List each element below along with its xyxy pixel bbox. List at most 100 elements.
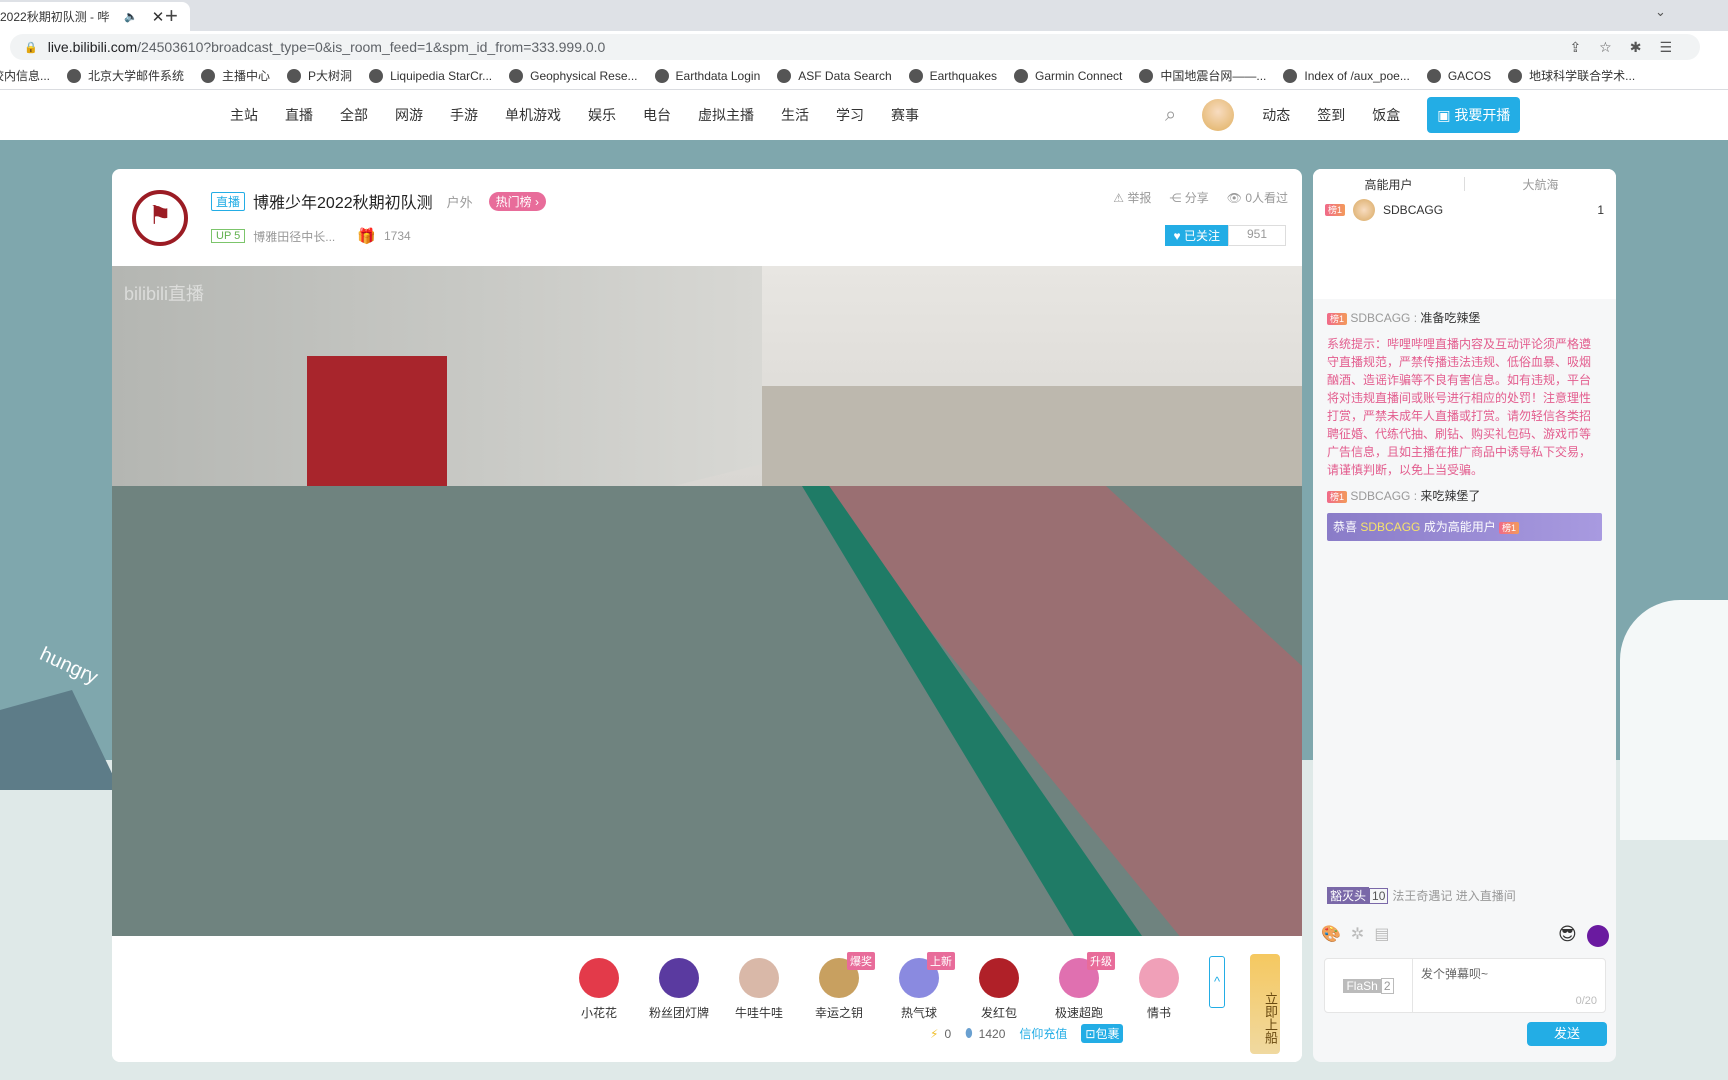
streamer-logo[interactable]: ⚑ — [132, 190, 188, 246]
nav-item[interactable]: 直播 — [285, 105, 313, 125]
nav-right-item[interactable]: 饭盒 — [1372, 105, 1400, 125]
video-player[interactable]: bilibili直播 — [112, 266, 1302, 936]
gift-item[interactable]: 上新 热气球 — [879, 952, 959, 1021]
gift-item[interactable]: 情书 — [1119, 958, 1199, 1021]
gift-item[interactable]: 发红包 — [959, 958, 1039, 1021]
hot-rank-button[interactable]: 热门榜 › — [488, 191, 546, 211]
search-icon[interactable]: ⌕ — [1165, 104, 1176, 127]
avatar — [1353, 199, 1376, 221]
browser-tab[interactable]: 2022秋期初队测 - 哔 🔈 ✕ — [0, 2, 190, 31]
bookmark-item[interactable]: 主播中心 — [201, 67, 270, 84]
speaker-icon[interactable]: 🔈 — [124, 10, 138, 23]
tab-high-energy[interactable]: 高能用户 — [1313, 176, 1464, 193]
bookmark-item[interactable]: 校内信息... — [0, 67, 50, 84]
emoji-icon[interactable]: 😎 — [1558, 924, 1577, 945]
recharge-link[interactable]: 信仰充值 — [1019, 1025, 1067, 1042]
chevron-down-icon[interactable]: ⌄ — [1655, 4, 1666, 20]
report-button[interactable]: ⚠ 举报 — [1113, 189, 1151, 206]
nav-item[interactable]: 生活 — [781, 105, 809, 125]
bookmark-label: 中国地震台网——... — [1160, 69, 1267, 83]
silver-icon: ⬮ — [965, 1026, 973, 1040]
tab-guard[interactable]: 大航海 — [1465, 176, 1616, 193]
bookmark-icon — [1283, 68, 1298, 83]
chat-sep: : — [1410, 489, 1421, 503]
medal-selector[interactable]: FlaSh 2 — [1325, 959, 1413, 1012]
igloo — [1620, 600, 1728, 840]
gift-item[interactable]: 升级 极速超跑 — [1039, 952, 1119, 1021]
gift-item[interactable]: 小花花 — [559, 958, 639, 1021]
bookmark-label: Earthdata Login — [675, 68, 761, 83]
nav-item[interactable]: 娱乐 — [588, 105, 616, 125]
nav-item[interactable]: 电台 — [643, 105, 671, 125]
nav-item[interactable]: 虚拟主播 — [698, 105, 754, 125]
gift-image — [579, 958, 619, 998]
nav-item[interactable]: 网游 — [395, 105, 423, 125]
bookmark-icon — [369, 68, 384, 83]
bookmark-item[interactable]: P大树洞 — [287, 67, 352, 84]
danmaku-input[interactable]: 发个弹幕呗~ 0/20 — [1413, 959, 1605, 1012]
nav-right-item[interactable]: 动态 — [1262, 105, 1290, 125]
nav-item[interactable]: 手游 — [450, 105, 478, 125]
bookmark-item[interactable]: Geophysical Rese... — [509, 67, 638, 84]
bookmark-item[interactable]: Garmin Connect — [1014, 67, 1122, 84]
report-label: 举报 — [1127, 191, 1152, 205]
bookmark-item[interactable]: 地球科学联合学术... — [1508, 67, 1635, 84]
gift-count: 1734 — [383, 229, 411, 243]
chat-user[interactable]: SDBCAGG — [1350, 311, 1410, 325]
bookmark-item[interactable]: Earthdata Login — [654, 67, 761, 84]
nav-item[interactable]: 单机游戏 — [505, 105, 561, 125]
chat-text: 准备吃辣堡 — [1420, 311, 1481, 325]
rank-row[interactable]: 榜1 SDBCAGG 1 — [1313, 199, 1616, 221]
bookmark-item[interactable]: 中国地震台网——... — [1139, 67, 1266, 84]
bookmark-label: P大树洞 — [308, 69, 353, 83]
gift-item[interactable]: 粉丝团灯牌 — [639, 958, 719, 1021]
bookmark-item[interactable]: Index of /aux_poe... — [1283, 67, 1410, 84]
streamer-name[interactable]: 博雅田径中长... — [253, 228, 335, 245]
new-tab-button[interactable]: + — [165, 3, 178, 29]
room-title: 博雅少年2022秋期初队测 — [253, 195, 433, 212]
share-star-ext-icons[interactable]: ⇪☆✱☰ — [1569, 39, 1690, 56]
danmaku-input-box: FlaSh 2 发个弹幕呗~ 0/20 — [1324, 958, 1606, 1013]
bookmark-icon — [287, 68, 302, 83]
bookmark-item[interactable]: ASF Data Search — [777, 67, 892, 84]
chat-message: 榜1 SDBCAGG : 来吃辣堡了 — [1327, 487, 1602, 505]
silver-count: 1420 — [978, 1026, 1006, 1041]
share-button[interactable]: ⋲ 分享 — [1169, 189, 1208, 206]
expand-gifts-button[interactable]: ^ — [1209, 956, 1225, 1008]
bookmark-item[interactable]: 北京大学邮件系统 — [67, 67, 184, 84]
nav-item[interactable]: 学习 — [836, 105, 864, 125]
chat-user[interactable]: SDBCAGG — [1350, 489, 1410, 503]
bookmark-icon — [1426, 68, 1441, 83]
bookmark-item[interactable]: GACOS — [1426, 67, 1491, 84]
close-tab-icon[interactable]: ✕ — [152, 8, 165, 26]
congrats-prefix: 恭喜 — [1333, 520, 1361, 534]
chat-tools[interactable]: 🎨✲▤ — [1321, 924, 1399, 944]
board-ship-button[interactable]: 立即上船 — [1250, 954, 1280, 1054]
gift-name: 牛哇牛哇 — [734, 1006, 783, 1020]
bookmark-icon — [1014, 68, 1029, 83]
url-input[interactable]: 🔒 live.bilibili.com/24503610?broadcast_t… — [10, 34, 1700, 60]
bookmark-icon — [67, 68, 82, 83]
bookmark-icon — [908, 68, 923, 83]
input-placeholder: 发个弹幕呗~ — [1421, 967, 1489, 981]
nav-item[interactable]: 主站 — [230, 105, 258, 125]
follow-button[interactable]: ♥ 已关注 — [1165, 225, 1228, 246]
gift-name: 幸运之钥 — [814, 1006, 863, 1020]
gift-image — [739, 958, 779, 998]
nav-item[interactable]: 赛事 — [891, 105, 919, 125]
rank-badge: 榜1 — [1499, 522, 1520, 534]
nav-right-item[interactable]: 签到 — [1317, 105, 1345, 125]
send-button[interactable]: 发送 — [1527, 1022, 1607, 1046]
gift-item[interactable]: 爆奖幸运之钥 — [799, 952, 879, 1021]
gift-item[interactable]: 牛哇牛哇 — [719, 958, 799, 1021]
category-link[interactable]: 户外 — [447, 192, 473, 211]
start-live-button[interactable]: ▣ 我要开播 — [1427, 97, 1521, 133]
bag-button[interactable]: ⊡包裹 — [1081, 1024, 1124, 1043]
video-watermark: bilibili直播 — [124, 284, 205, 304]
danmaku-style-icon[interactable] — [1587, 925, 1609, 947]
avatar[interactable] — [1202, 99, 1235, 131]
gift-badge: 爆奖 — [847, 952, 875, 970]
bookmark-item[interactable]: Earthquakes — [908, 67, 997, 84]
nav-item[interactable]: 全部 — [340, 105, 368, 125]
bookmark-item[interactable]: Liquipedia StarCr... — [369, 67, 492, 84]
